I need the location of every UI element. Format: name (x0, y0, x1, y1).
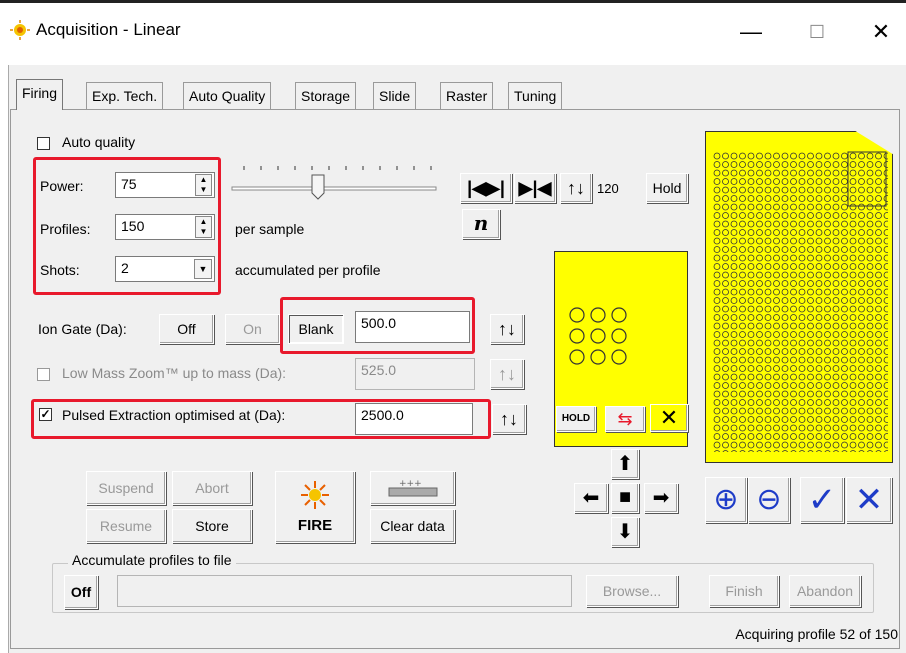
low-mass-label: Low Mass Zoom™ up to mass (Da): (62, 365, 287, 381)
pulsed-label: Pulsed Extraction optimised at (Da): (62, 407, 286, 423)
cancel-x-icon[interactable]: ✕ (846, 477, 892, 523)
shots-dropdown-arrow[interactable]: ▼ (194, 259, 212, 279)
down-arrow-icon[interactable]: ⬇ (611, 517, 639, 547)
slide-map[interactable] (705, 131, 893, 463)
left-arrow-icon[interactable]: ⬅ (574, 483, 608, 513)
svg-text:+++: +++ (399, 479, 422, 489)
accumulate-off-button[interactable]: Off (64, 575, 98, 609)
title-bar: Acquisition - Linear — ☐ ✕ (0, 6, 906, 56)
ion-gate-input[interactable]: 500.0 (355, 311, 470, 343)
fire-button[interactable]: FIRE (275, 471, 355, 543)
tab-firing[interactable]: Firing (16, 79, 64, 110)
shots-select[interactable]: 2 ▼ (115, 256, 215, 282)
ion-gate-label: Ion Gate (Da): (38, 321, 127, 337)
store-button[interactable]: Store (172, 509, 252, 543)
n-button[interactable]: n (462, 209, 500, 239)
suspend-button[interactable]: Suspend (86, 471, 166, 505)
pulsed-checkbox[interactable]: ✓ (39, 408, 52, 421)
fire-label: FIRE (297, 517, 333, 534)
profiles-input[interactable]: 150 ▲ ▼ (115, 214, 215, 240)
hold-raster-button[interactable]: HOLD (556, 406, 596, 432)
profiles-value: 150 (121, 218, 145, 234)
browse-button[interactable]: Browse... (586, 575, 678, 607)
prev-next-icon[interactable]: |◀▶| (460, 173, 512, 203)
converge-icon[interactable]: ▶|◀ (514, 173, 556, 203)
slide-spots-grid (713, 151, 888, 452)
tab-slide[interactable]: Slide (373, 82, 417, 109)
tab-storage[interactable]: Storage (295, 82, 357, 109)
right-arrow-icon[interactable]: ➡ (644, 483, 678, 513)
maximize-button[interactable]: ☐ (794, 14, 840, 50)
close-button[interactable]: ✕ (858, 14, 904, 50)
fire-burst-icon (301, 481, 329, 509)
power-spinner[interactable]: ▲ ▼ (195, 174, 212, 196)
power-input[interactable]: 75 ▲ ▼ (115, 172, 215, 198)
up-down-arrows-icon[interactable]: ↑↓ (560, 173, 592, 203)
profiles-label: Profiles: (40, 221, 91, 237)
ion-gate-arrows-icon[interactable]: ↑↓ (490, 314, 524, 344)
clear-data-button[interactable]: Clear data (370, 509, 455, 543)
spectrum-clear-icon: +++ (388, 479, 438, 497)
blank-button[interactable]: Blank (288, 314, 344, 344)
low-mass-checkbox[interactable] (37, 368, 50, 381)
up-arrow-icon[interactable]: ⬆ (611, 449, 639, 479)
app-icon (10, 20, 30, 40)
low-mass-arrows-icon[interactable]: ↑↓ (490, 359, 524, 389)
counter-value: 120 (597, 181, 619, 196)
tab-raster[interactable]: Raster (440, 82, 494, 109)
acquisition-window: Acquisition - Linear — ☐ ✕ Firing Exp. T… (0, 0, 906, 653)
swap-arrows-icon[interactable]: ⇆ (605, 406, 645, 432)
zoom-in-icon[interactable]: ⊕ (705, 477, 747, 523)
accumulate-file-path[interactable] (117, 575, 572, 607)
minimize-button[interactable]: — (728, 14, 774, 50)
shots-label: Shots: (40, 262, 80, 278)
tab-auto-quality[interactable]: Auto Quality (183, 82, 272, 109)
ion-gate-off-button[interactable]: Off (159, 314, 214, 344)
profiles-spinner[interactable]: ▲ ▼ (195, 216, 212, 238)
abort-button[interactable]: Abort (172, 471, 252, 505)
zoom-out-icon[interactable]: ⊖ (748, 477, 790, 523)
power-slider[interactable] (228, 163, 440, 207)
ion-gate-on-button[interactable]: On (225, 314, 280, 344)
auto-quality-checkbox[interactable] (37, 137, 50, 150)
pulsed-input[interactable]: 2500.0 (355, 403, 473, 435)
finish-button[interactable]: Finish (709, 575, 779, 607)
tab-tuning[interactable]: Tuning (508, 82, 563, 109)
clear-data-icon-button[interactable]: +++ (370, 471, 455, 505)
low-mass-input[interactable]: 525.0 (355, 358, 475, 390)
stop-square-icon[interactable]: ■ (611, 483, 639, 513)
shots-suffix: accumulated per profile (235, 262, 381, 278)
pulsed-arrows-icon[interactable]: ↑↓ (492, 404, 526, 434)
confirm-check-icon[interactable]: ✓ (800, 477, 844, 523)
window-title: Acquisition - Linear (36, 20, 181, 39)
status-text: Acquiring profile 52 of 150 (735, 626, 898, 642)
abandon-button[interactable]: Abandon (789, 575, 861, 607)
power-label: Power: (40, 178, 84, 194)
profiles-suffix: per sample (235, 221, 305, 237)
shots-value: 2 (121, 260, 129, 276)
hold-icon-text: HOLD (561, 413, 591, 424)
power-value: 75 (121, 176, 137, 192)
auto-quality-label: Auto quality (62, 134, 136, 150)
clear-spot-icon[interactable]: ✕ (650, 404, 688, 432)
tab-exp-tech[interactable]: Exp. Tech. (86, 82, 164, 109)
resume-button[interactable]: Resume (86, 509, 166, 543)
accumulate-label: Accumulate profiles to file (68, 552, 236, 568)
hold-button[interactable]: Hold (646, 173, 688, 203)
